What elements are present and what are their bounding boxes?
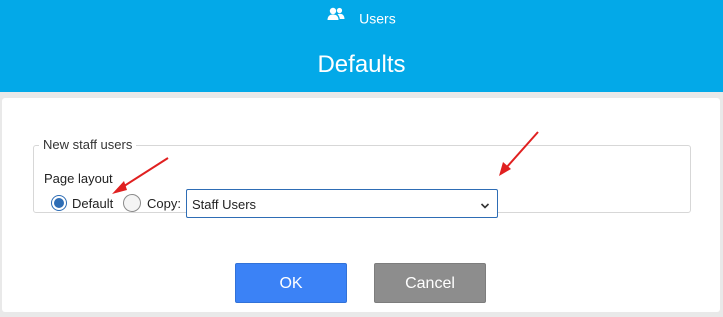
group-legend: New staff users xyxy=(43,137,133,152)
page-title: Defaults xyxy=(317,51,406,78)
copy-radio-label[interactable]: Copy: xyxy=(147,196,181,211)
page-layout-label: Page layout xyxy=(44,171,113,186)
copy-layout-select[interactable]: Staff Users xyxy=(186,189,498,218)
users-icon xyxy=(327,7,345,25)
default-radio-label[interactable]: Default xyxy=(72,196,113,211)
ok-button[interactable]: OK xyxy=(235,263,347,303)
chevron-down-icon xyxy=(480,198,490,216)
breadcrumb[interactable]: Users xyxy=(0,8,723,27)
cancel-button[interactable]: Cancel xyxy=(374,263,486,303)
breadcrumb-users[interactable]: Users xyxy=(359,10,396,26)
copy-radio[interactable] xyxy=(123,194,141,212)
default-radio[interactable] xyxy=(51,195,67,211)
copy-layout-select-value: Staff Users xyxy=(192,197,257,212)
defaults-panel: New staff users Page layout Default Copy… xyxy=(2,98,720,312)
page-header: Users Defaults xyxy=(0,0,723,92)
